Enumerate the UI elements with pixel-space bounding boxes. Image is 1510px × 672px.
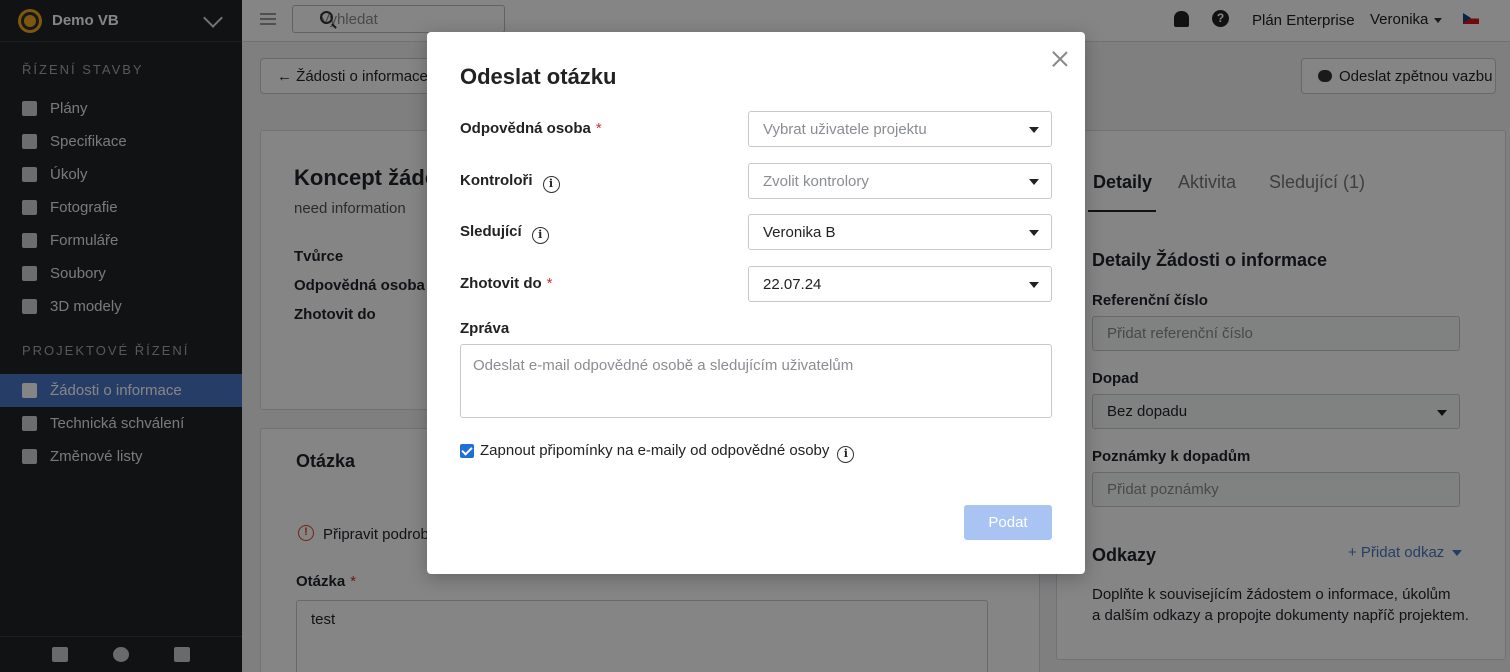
submit-button[interactable]: Podat: [964, 505, 1052, 540]
followers-value: Veronika B: [763, 223, 836, 241]
followers-label-text: Sledující: [460, 223, 522, 240]
responsible-select[interactable]: Vybrat uživatele projektu: [748, 111, 1052, 147]
reviewers-label: Kontroloři i: [460, 172, 560, 193]
responsible-label-text: Odpovědná osoba: [460, 120, 591, 137]
responsible-label: Odpovědná osoba *: [460, 120, 602, 137]
info-icon[interactable]: i: [542, 176, 560, 193]
caret-down-icon: [1029, 282, 1039, 288]
reviewers-placeholder: Zvolit kontrolory: [763, 172, 869, 190]
required-mark: *: [595, 120, 602, 137]
responsible-placeholder: Vybrat uživatele projektu: [763, 120, 927, 138]
due-date-label-text: Zhotovit do: [460, 275, 542, 292]
info-icon[interactable]: i: [531, 227, 549, 244]
followers-label: Sledující i: [460, 223, 549, 244]
required-mark: *: [546, 275, 553, 292]
due-date-value: 22.07.24: [763, 275, 822, 293]
reviewers-select[interactable]: Zvolit kontrolory: [748, 163, 1052, 199]
caret-down-icon: [1029, 230, 1039, 236]
modal-title: Odeslat otázku: [460, 64, 617, 89]
due-date-label: Zhotovit do *: [460, 275, 553, 292]
info-icon[interactable]: i: [837, 446, 855, 463]
close-icon[interactable]: [1051, 50, 1069, 68]
reminder-label-text: Zapnout připomínky na e-maily od odpověd…: [480, 442, 830, 459]
reminder-checkbox[interactable]: [460, 444, 474, 458]
caret-down-icon: [1029, 179, 1039, 185]
reminder-label: Zapnout připomínky na e-maily od odpověd…: [480, 442, 855, 463]
due-date-select[interactable]: 22.07.24: [748, 266, 1052, 302]
followers-select[interactable]: Veronika B: [748, 214, 1052, 250]
message-textarea[interactable]: Odeslat e-mail odpovědné osobě a sledují…: [460, 344, 1052, 418]
send-question-modal: Odeslat otázku Odpovědná osoba * Vybrat u…: [427, 32, 1085, 574]
caret-down-icon: [1029, 127, 1039, 133]
reviewers-label-text: Kontroloři: [460, 172, 533, 189]
message-label: Zpráva: [460, 320, 510, 337]
